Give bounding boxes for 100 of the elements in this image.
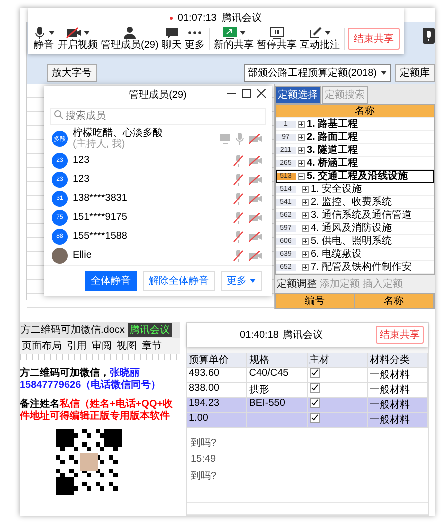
toolbar-button[interactable]: 暂停共享 <box>256 26 298 51</box>
table-cell: BEI-550 <box>247 398 308 412</box>
column-header: 主材 <box>308 353 368 367</box>
column-header: 名称 <box>355 294 434 308</box>
meeting-timer: 01:07:13 <box>178 12 217 24</box>
tab[interactable]: 定额选择 <box>275 86 321 104</box>
collapse-icon[interactable] <box>298 172 305 180</box>
member-name: 155****1588 <box>73 231 128 242</box>
microphone-button[interactable] <box>423 28 435 44</box>
toolbar-button[interactable]: 互动批注 <box>298 26 341 51</box>
expand-icon[interactable] <box>302 224 309 232</box>
video-off-icon[interactable] <box>249 232 262 242</box>
video-off-icon <box>66 26 82 40</box>
video-off-icon[interactable] <box>249 250 262 260</box>
chat-message: 到吗? <box>191 437 217 450</box>
checkbox[interactable] <box>310 383 320 393</box>
toolbar-button[interactable]: 静音 <box>32 26 56 51</box>
menu-item[interactable]: 章节 <box>142 339 162 353</box>
checkbox[interactable] <box>310 368 320 378</box>
expand-icon[interactable] <box>302 198 309 206</box>
mute-all-button[interactable]: 全体静音 <box>85 271 137 291</box>
video-off-icon[interactable] <box>249 134 262 144</box>
caret-icon <box>84 31 90 35</box>
caret-icon <box>381 71 387 75</box>
search-field[interactable]: 搜索成员 <box>50 108 266 125</box>
toolbar-button[interactable]: 聊天 <box>160 26 183 51</box>
checkbox[interactable] <box>310 398 320 408</box>
expand-icon[interactable] <box>302 238 309 244</box>
meeting-title: 腾讯会议 <box>222 12 262 25</box>
expand-icon[interactable] <box>302 264 309 270</box>
column-header: 名称 <box>354 105 376 118</box>
microphone-icon <box>33 26 47 40</box>
document-tab[interactable]: 方二维码可加微信.docx <box>21 323 125 337</box>
avatar-photo-placeholder <box>52 248 68 264</box>
video-off-icon[interactable] <box>249 194 262 204</box>
toolbar-button[interactable]: 新的共享 <box>212 26 255 51</box>
table-row[interactable]: 493.60 C40/C45 一般材料 <box>187 368 428 383</box>
column-header: 预算单价 <box>187 353 248 367</box>
person-icon <box>122 26 137 40</box>
column-header: 材料分类 <box>368 353 428 367</box>
recording-dot-icon <box>170 16 173 20</box>
more-button[interactable]: 更多 <box>221 271 262 291</box>
meeting-timer: 01:40:18 <box>240 330 279 340</box>
maximize-icon[interactable] <box>242 89 251 98</box>
muted-microphone-icon[interactable] <box>233 174 244 186</box>
pause-screen-icon <box>268 26 285 40</box>
muted-microphone-icon[interactable] <box>233 250 244 262</box>
end-share-button[interactable]: 结束共享 <box>348 28 400 50</box>
video-off-icon[interactable] <box>249 156 262 166</box>
video-off-icon[interactable] <box>249 212 262 222</box>
zoom-button[interactable]: 放大字号 <box>47 64 97 82</box>
table-cell: 一般材料 <box>368 398 428 412</box>
expand-icon[interactable] <box>298 120 305 128</box>
library-button[interactable]: 定额库 <box>395 64 435 82</box>
document-text: 备注姓名私信（姓名+电话+QQ+收件地址可得编辑正版专用版本软件 <box>20 399 174 422</box>
table-cell: 一般材料 <box>368 413 428 427</box>
expand-icon[interactable] <box>302 250 309 258</box>
column-header: 编号 <box>276 294 355 308</box>
quota-dropdown[interactable]: 部颁公路工程预算定额(2018) <box>244 64 391 82</box>
video-off-icon[interactable] <box>249 174 262 184</box>
caret-icon <box>324 31 331 35</box>
table-cell: 拱形 <box>247 383 308 397</box>
caret-icon <box>250 279 256 283</box>
muted-microphone-icon[interactable] <box>233 212 244 224</box>
menu-item[interactable]: 页面布局 <box>22 339 62 353</box>
dialog-title: 管理成员(29) <box>129 90 187 101</box>
expand-icon[interactable] <box>298 160 305 166</box>
toolbar-button[interactable]: 更多 <box>184 26 206 51</box>
unmute-all-button[interactable]: 解除全体静音 <box>143 271 215 291</box>
muted-microphone-icon[interactable] <box>233 154 244 166</box>
meeting-badge: 腾讯会议 <box>128 323 172 337</box>
toolbar-button[interactable]: 开启视频 <box>57 26 99 51</box>
menu-item[interactable]: 审阅 <box>92 339 112 353</box>
search-icon <box>54 110 63 119</box>
checkbox[interactable] <box>310 413 320 423</box>
table-cell: C40/C45 <box>247 368 308 382</box>
expand-icon[interactable] <box>298 134 305 140</box>
menu-item[interactable]: 视图 <box>117 339 137 353</box>
screen-icon <box>220 134 231 144</box>
member-row[interactable]: Ellie <box>44 246 272 265</box>
menu-item[interactable]: 引用 <box>67 339 87 353</box>
expand-icon[interactable] <box>298 146 305 154</box>
table-cell: 一般材料 <box>368 368 428 382</box>
caret-icon <box>49 31 55 35</box>
chat-message: 到吗? <box>191 470 217 483</box>
table-row[interactable]: 1.00 一般材料 <box>187 413 428 428</box>
chat-message: 15:49 <box>191 454 216 465</box>
table-row[interactable]: 194.23 BEI-550 一般材料 <box>187 398 428 413</box>
caret-icon <box>240 31 246 35</box>
member-name: 138****3831 <box>73 193 128 204</box>
adjust-button[interactable]: 定额调整 <box>277 277 317 291</box>
expand-icon[interactable] <box>302 212 309 218</box>
muted-microphone-icon[interactable] <box>233 192 244 204</box>
close-icon[interactable] <box>257 89 266 98</box>
toolbar-button[interactable]: 管理成员(29) <box>100 26 160 51</box>
end-share-button[interactable]: 结束共享 <box>376 326 424 344</box>
member-name: 123 <box>73 174 90 185</box>
muted-microphone-icon[interactable] <box>233 230 244 242</box>
table-cell: 493.60 <box>187 368 248 382</box>
expand-icon[interactable] <box>302 186 309 192</box>
